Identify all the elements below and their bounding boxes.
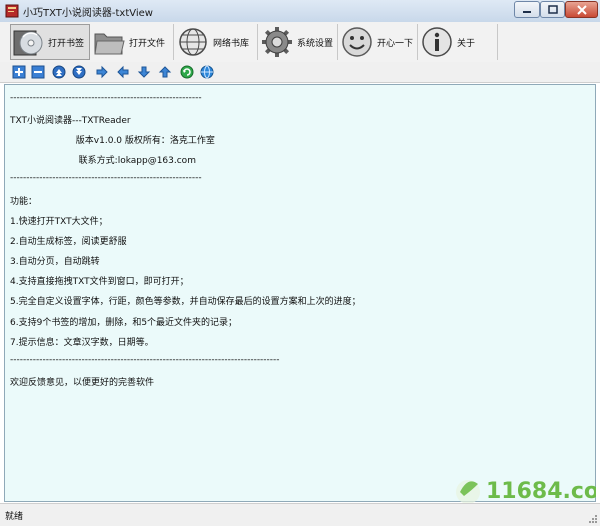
window-title: 小巧TXT小说阅读器-txtView (23, 8, 153, 19)
text-line: 联系方式:lokapp@163.com (10, 156, 196, 166)
arrow-down-icon[interactable] (137, 65, 151, 79)
watermark-text: 11684.com (486, 479, 596, 504)
text-line: 1.快速打开TXT大文件； (10, 217, 108, 227)
bookmark-cd-icon (13, 30, 43, 56)
fun-label: 开心一下 (377, 38, 414, 49)
open-bookmark-button[interactable]: 打开书签 (10, 24, 90, 60)
system-settings-button[interactable]: 系统设置 (260, 24, 338, 60)
text-line: 4.支持直接拖拽TXT文件到窗口，即可打开； (10, 277, 189, 287)
arrow-up-icon[interactable] (158, 65, 172, 79)
remove-bookmark-icon[interactable] (31, 65, 45, 79)
text-line: 3.自动分页，自动跳转 (10, 257, 100, 267)
text-content-area[interactable]: ----------------------------------------… (4, 84, 596, 502)
text-line: 版本v1.0.0 版权所有：洛克工作室 (10, 136, 215, 146)
about-button[interactable]: 关于 (420, 24, 498, 60)
text-line: 欢迎反馈意见，以便更好的完善软件 (10, 378, 155, 388)
open-file-button[interactable]: 打开文件 (92, 24, 174, 60)
main-toolbar: 打开书签 打开文件 网络书库 系统设置 开心一下 关于 (0, 22, 600, 63)
status-bar: 就绪 (0, 503, 600, 526)
separator-line: ----------------------------------------… (10, 173, 202, 183)
system-settings-label: 系统设置 (297, 38, 334, 49)
scroll-up-icon[interactable] (52, 65, 66, 79)
arrow-right-icon[interactable] (95, 65, 109, 79)
minimize-icon (523, 10, 531, 13)
resize-grip-icon[interactable] (588, 514, 598, 524)
maximize-icon (547, 5, 558, 14)
open-file-label: 打开文件 (129, 38, 166, 49)
fun-button[interactable]: 开心一下 (340, 24, 418, 60)
app-book-icon (5, 4, 19, 18)
add-bookmark-icon[interactable] (12, 65, 26, 79)
arrow-left-icon[interactable] (116, 65, 130, 79)
globe-small-icon[interactable] (200, 65, 214, 79)
info-icon (422, 27, 452, 57)
close-button[interactable] (565, 1, 598, 18)
text-line: 6.支持9个书签的增加，删除，和5个最近文件夹的记录； (10, 318, 238, 328)
status-text: 就绪 (5, 512, 24, 522)
minimize-button[interactable] (514, 1, 540, 18)
text-line: 功能： (10, 197, 38, 207)
close-icon (576, 4, 587, 15)
open-bookmark-label: 打开书签 (48, 38, 85, 49)
smiley-icon (342, 27, 372, 57)
text-line: 7.提示信息：文章汉字数，日期等。 (10, 338, 154, 348)
refresh-icon[interactable] (180, 65, 194, 79)
online-library-label: 网络书库 (213, 38, 250, 49)
online-library-button[interactable]: 网络书库 (176, 24, 258, 60)
scroll-down-icon[interactable] (72, 65, 86, 79)
text-line: TXT小说阅读器---TXTReader (10, 116, 131, 126)
title-bar: 小巧TXT小说阅读器-txtView (0, 0, 600, 23)
gear-icon (262, 27, 292, 57)
text-line: 2.自动生成标签，阅读更舒服 (10, 237, 127, 247)
separator-line: ----------------------------------------… (10, 355, 280, 365)
secondary-toolbar (0, 62, 600, 83)
folder-icon (94, 33, 125, 55)
text-line: 5.完全自定义设置字体，行距，颜色等参数，并自动保存最后的设置方案和上次的进度； (10, 297, 361, 307)
separator-line: ----------------------------------------… (10, 93, 202, 103)
globe-icon (179, 28, 207, 56)
about-label: 关于 (457, 38, 476, 49)
maximize-button[interactable] (540, 1, 565, 18)
